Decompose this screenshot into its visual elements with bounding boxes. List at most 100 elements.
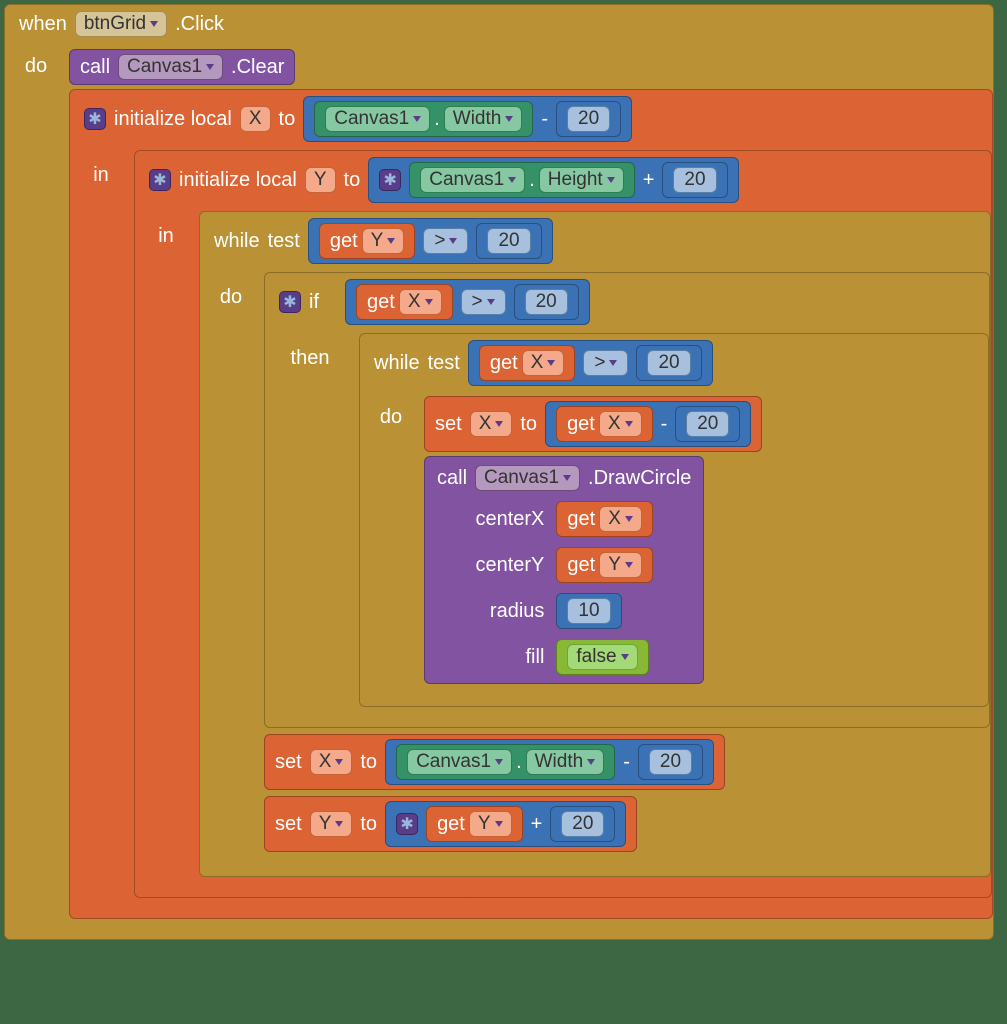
number-literal[interactable]: 20 — [675, 406, 740, 442]
number-value[interactable]: 20 — [525, 289, 568, 315]
compare-op-dropdown[interactable]: > — [423, 228, 468, 254]
var-dropdown[interactable]: Y — [310, 811, 353, 837]
number-literal[interactable]: 20 — [662, 162, 727, 198]
compare-block[interactable]: get X > 20 — [468, 340, 713, 386]
in-keyword: in — [76, 164, 126, 187]
property-dropdown[interactable]: Width — [526, 749, 605, 775]
get-y-block[interactable]: get Y — [319, 223, 416, 259]
test-keyword: test — [268, 230, 300, 253]
initialize-local-keyword: initialize local — [179, 169, 297, 192]
number-literal[interactable]: 20 — [638, 744, 703, 780]
number-value[interactable]: 20 — [649, 749, 692, 775]
number-literal[interactable]: 20 — [556, 101, 621, 137]
while-inner-block[interactable]: while test get X — [359, 333, 989, 707]
compare-op-dropdown[interactable]: > — [461, 289, 506, 315]
call-clear-block[interactable]: call Canvas1 .Clear — [69, 49, 295, 85]
component-dropdown-canvas1[interactable]: Canvas1 — [118, 54, 223, 80]
set-x-reset[interactable]: set X to Canvas1 . Width — [264, 734, 725, 790]
math-add-block[interactable]: ✱ get Y + 20 — [385, 801, 626, 847]
number-value[interactable]: 20 — [567, 106, 610, 132]
var-dropdown[interactable]: Y — [362, 228, 405, 254]
param-fill-label: fill — [437, 646, 544, 669]
init-local-y-block[interactable]: ✱ initialize local Y to ✱ Canvas1 . Heig… — [134, 150, 992, 898]
get-x-block[interactable]: get X — [556, 406, 653, 442]
number-literal[interactable]: 20 — [636, 345, 701, 381]
boolean-dropdown[interactable]: false — [567, 644, 637, 670]
number-value[interactable]: 20 — [673, 167, 716, 193]
compare-block[interactable]: get X > 20 — [345, 279, 590, 325]
var-dropdown[interactable]: X — [470, 411, 513, 437]
get-x-block[interactable]: get X — [356, 284, 453, 320]
event-when-block[interactable]: when btnGrid .Click do call Canvas1 .Cle… — [4, 4, 994, 940]
do-keyword: do — [11, 55, 61, 78]
number-literal[interactable]: 20 — [550, 806, 615, 842]
property-dropdown[interactable]: Width — [444, 106, 523, 132]
set-x-decrement[interactable]: set X to get X — [424, 396, 762, 452]
component-height-getter[interactable]: Canvas1 . Height — [409, 162, 634, 198]
while-keyword: while — [214, 230, 260, 253]
get-y-block[interactable]: get Y — [556, 547, 653, 583]
property-dropdown[interactable]: Height — [539, 167, 624, 193]
while-outer-block[interactable]: while test get Y > 20 — [199, 211, 991, 877]
call-drawcircle-block[interactable]: call Canvas1 .DrawCircle centerX — [424, 456, 704, 684]
math-subtract-block[interactable]: get X - 20 — [545, 401, 751, 447]
component-dropdown-btngrid[interactable]: btnGrid — [75, 11, 167, 37]
in-keyword: in — [141, 225, 191, 248]
number-literal[interactable]: 10 — [556, 593, 621, 629]
gear-icon[interactable]: ✱ — [149, 169, 171, 191]
var-dropdown[interactable]: X — [522, 350, 565, 376]
when-keyword: when — [19, 13, 67, 36]
initialize-local-keyword: initialize local — [114, 108, 232, 131]
get-x-block[interactable]: get X — [556, 501, 653, 537]
do-keyword: do — [206, 286, 256, 309]
math-add-block[interactable]: ✱ Canvas1 . Height + 20 — [368, 157, 738, 203]
boolean-literal[interactable]: false — [556, 639, 648, 675]
compare-block[interactable]: get Y > 20 — [308, 218, 553, 264]
number-literal[interactable]: 20 — [476, 223, 541, 259]
to-keyword: to — [279, 108, 296, 131]
component-dropdown[interactable]: Canvas1 — [475, 465, 580, 491]
if-block[interactable]: ✱ if get X > — [264, 272, 990, 728]
get-x-block[interactable]: get X — [479, 345, 576, 381]
param-centerx-label: centerX — [437, 508, 544, 531]
gear-icon[interactable]: ✱ — [396, 813, 418, 835]
var-dropdown[interactable]: Y — [469, 811, 512, 837]
var-dropdown[interactable]: X — [599, 506, 642, 532]
math-subtract-block[interactable]: Canvas1 . Width - 20 — [303, 96, 632, 142]
then-keyword: then — [273, 347, 347, 370]
event-handler-label: .Click — [175, 13, 224, 36]
to-keyword: to — [344, 169, 361, 192]
param-radius-label: radius — [437, 600, 544, 623]
var-dropdown[interactable]: Y — [599, 552, 642, 578]
number-value[interactable]: 10 — [567, 598, 610, 624]
gear-icon[interactable]: ✱ — [279, 291, 301, 313]
if-keyword: if — [309, 291, 319, 314]
var-dropdown[interactable]: X — [599, 411, 642, 437]
gear-icon[interactable]: ✱ — [379, 169, 401, 191]
set-y-increment[interactable]: set Y to ✱ get Y + — [264, 796, 637, 852]
var-x-name[interactable]: X — [240, 106, 271, 132]
number-value[interactable]: 20 — [487, 228, 530, 254]
compare-op-dropdown[interactable]: > — [583, 350, 628, 376]
component-dropdown[interactable]: Canvas1 — [325, 106, 430, 132]
number-value[interactable]: 20 — [561, 811, 604, 837]
method-label: .DrawCircle — [588, 467, 691, 490]
operator: - — [623, 751, 630, 774]
number-value[interactable]: 20 — [647, 350, 690, 376]
operator: - — [661, 413, 668, 436]
init-local-x-block[interactable]: ✱ initialize local X to Canvas1 . Width … — [69, 89, 993, 919]
component-width-getter[interactable]: Canvas1 . Width — [314, 101, 533, 137]
component-dropdown[interactable]: Canvas1 — [407, 749, 512, 775]
operator: + — [531, 813, 543, 836]
number-value[interactable]: 20 — [686, 411, 729, 437]
number-literal[interactable]: 20 — [514, 284, 579, 320]
component-dropdown[interactable]: Canvas1 — [420, 167, 525, 193]
get-y-block[interactable]: get Y — [426, 806, 523, 842]
operator: + — [643, 169, 655, 192]
var-dropdown[interactable]: X — [310, 749, 353, 775]
gear-icon[interactable]: ✱ — [84, 108, 106, 130]
math-subtract-block[interactable]: Canvas1 . Width - 20 — [385, 739, 714, 785]
var-dropdown[interactable]: X — [399, 289, 442, 315]
component-width-getter[interactable]: Canvas1 . Width — [396, 744, 615, 780]
var-y-name[interactable]: Y — [305, 167, 336, 193]
